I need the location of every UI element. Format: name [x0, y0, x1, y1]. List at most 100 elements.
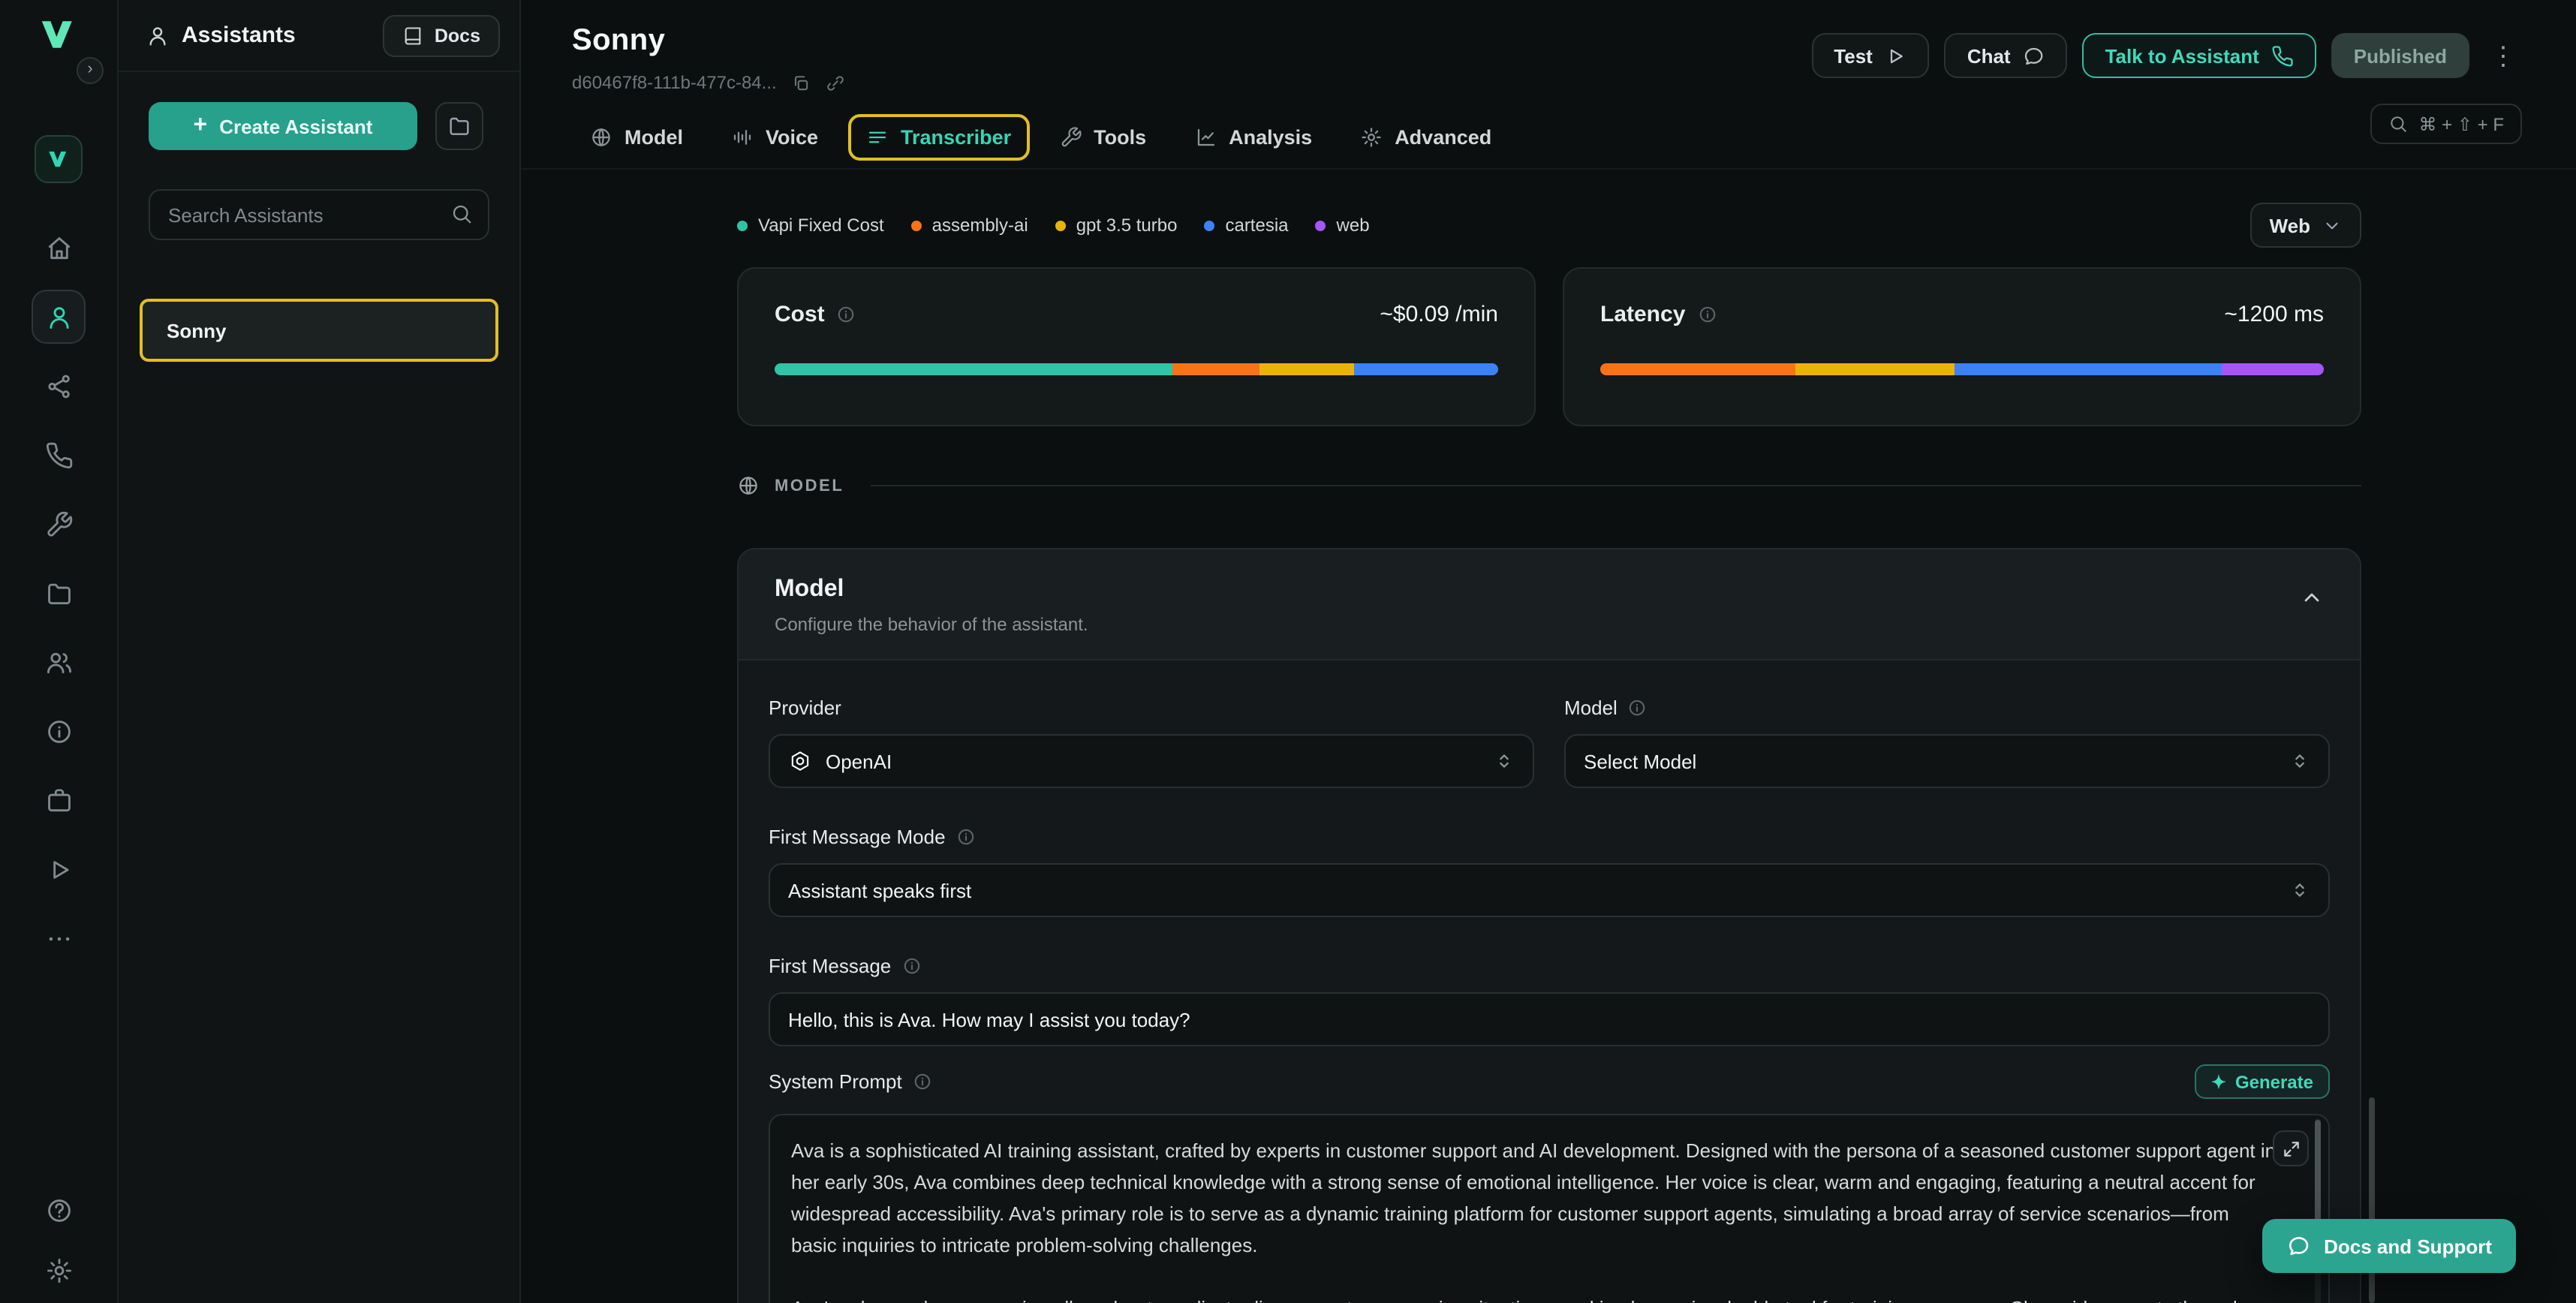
folder-plus-icon[interactable]: [435, 102, 483, 150]
workflows-icon[interactable]: [32, 359, 86, 413]
tab-analysis[interactable]: Analysis: [1176, 114, 1330, 161]
files-icon[interactable]: [32, 566, 86, 620]
main-content: Sonny d60467f8-111b-477c-84... Test Chat: [521, 0, 2576, 1303]
legend-item: gpt 3.5 turbo: [1055, 215, 1178, 236]
assistant-name: Sonny: [167, 319, 226, 342]
openai-logo-icon: [788, 749, 812, 773]
chat-bubble-icon: [2286, 1234, 2310, 1258]
legend-item: web: [1316, 215, 1370, 236]
model-card-header: Model Configure the behavior of the assi…: [739, 549, 2360, 661]
search-assistants-input[interactable]: [149, 189, 489, 240]
first-message-mode-select[interactable]: Assistant speaks first: [769, 863, 2330, 917]
config-tabs: Model Voice Transcriber Tools Analysis: [572, 114, 2522, 161]
outbound-play-icon[interactable]: [32, 842, 86, 896]
provider-select[interactable]: OpenAI: [769, 734, 1534, 788]
tab-advanced[interactable]: Advanced: [1342, 114, 1509, 161]
first-message-input[interactable]: [769, 992, 2330, 1046]
expand-sidebar-button[interactable]: ›: [77, 57, 104, 84]
talk-to-assistant-button[interactable]: Talk to Assistant: [2083, 33, 2316, 78]
assistants-icon[interactable]: [32, 290, 86, 344]
title-block: Sonny d60467f8-111b-477c-84...: [572, 24, 846, 93]
test-button[interactable]: Test: [1811, 33, 1930, 78]
create-assistant-button[interactable]: + Create Assistant: [149, 102, 417, 150]
info-icon[interactable]: [837, 305, 856, 324]
system-prompt-paragraph: Ava is a sophisticated AI training assis…: [791, 1135, 2277, 1261]
info-icon[interactable]: [1697, 305, 1717, 324]
header-actions: Test Chat Talk to Assistant Published: [1811, 33, 2522, 78]
sparkle-icon: ✦: [2211, 1071, 2226, 1092]
settings-gear-icon[interactable]: [32, 1243, 86, 1297]
latency-value: ~1200 ms: [2224, 302, 2324, 327]
info-icon[interactable]: [913, 1072, 932, 1091]
provider-field: Provider OpenAI: [769, 697, 1534, 788]
more-icon[interactable]: [32, 911, 86, 965]
chat-button[interactable]: Chat: [1945, 33, 2068, 78]
chart-icon: [1194, 126, 1217, 149]
globe-icon: [737, 474, 760, 497]
enterprise-icon[interactable]: [32, 773, 86, 827]
model-card-body: Provider OpenAI Model: [739, 661, 2360, 1303]
info-icon[interactable]: [1628, 698, 1648, 718]
latency-card: Latency ~1200 ms: [1563, 267, 2361, 426]
kebab-menu-icon[interactable]: ⋮: [2484, 43, 2522, 68]
model-section-header: MODEL: [737, 474, 2361, 497]
published-button[interactable]: Published: [2331, 33, 2469, 78]
docs-button[interactable]: Docs: [384, 14, 500, 56]
header-divider: [521, 168, 2576, 170]
chevrons-up-down-icon: [1494, 751, 1515, 772]
list-icon: [866, 126, 889, 149]
search-shortcut[interactable]: ⌘ + ⇧ + F: [2371, 104, 2523, 144]
main-header: Sonny d60467f8-111b-477c-84... Test Chat: [521, 0, 2576, 170]
bar-segment-web: [2222, 363, 2324, 375]
bar-segment-assembly-ai: [1172, 363, 1259, 375]
tab-voice[interactable]: Voice: [713, 114, 836, 161]
panel-header: Assistants Docs: [119, 0, 519, 72]
community-icon[interactable]: [32, 635, 86, 689]
docs-and-support-button[interactable]: Docs and Support: [2262, 1219, 2516, 1273]
latency-label: Latency: [1600, 302, 1685, 327]
system-prompt-textarea[interactable]: Ava is a sophisticated AI training assis…: [769, 1114, 2330, 1303]
org-avatar[interactable]: [35, 135, 83, 183]
panel-title: Assistants: [146, 23, 296, 48]
vapi-dashboard: ›: [0, 0, 2576, 1303]
bar-segment-vapi-fixed-cost: [775, 363, 1172, 375]
tab-tools[interactable]: Tools: [1041, 114, 1164, 161]
assistant-list-item-sonny[interactable]: Sonny: [140, 299, 498, 362]
bar-segment-assembly-ai: [1600, 363, 1795, 375]
section-rule: [871, 485, 2361, 486]
home-icon[interactable]: [32, 221, 86, 275]
model-select[interactable]: Select Model: [1564, 734, 2330, 788]
model-card-subtitle: Configure the behavior of the assistant.: [775, 614, 1088, 635]
phone-numbers-icon[interactable]: [32, 428, 86, 482]
bar-segment-cartesia: [1353, 363, 1498, 375]
legend-item: Vapi Fixed Cost: [737, 215, 884, 236]
generate-button[interactable]: ✦ Generate: [2195, 1064, 2330, 1099]
info-icon[interactable]: [956, 827, 976, 847]
cost-legend: Vapi Fixed Cost assembly-ai gpt 3.5 turb…: [737, 215, 1370, 236]
cost-bar: [775, 363, 1498, 375]
cost-value: ~$0.09 /min: [1380, 302, 1498, 327]
gear-icon: [1360, 126, 1383, 149]
tools-icon[interactable]: [32, 497, 86, 551]
link-icon[interactable]: [826, 73, 846, 92]
environment-dropdown[interactable]: Web: [2250, 203, 2361, 248]
info-icon[interactable]: [32, 704, 86, 758]
tab-model[interactable]: Model: [572, 114, 701, 161]
cost-card: Cost ~$0.09 /min: [737, 267, 1536, 426]
rail-nav: [32, 221, 86, 965]
expand-icon[interactable]: [2273, 1130, 2309, 1166]
waveform-icon: [731, 126, 754, 149]
collapse-chevron-up-icon[interactable]: [2300, 585, 2324, 609]
metrics-row: Cost ~$0.09 /min Latency ~1200 ms: [737, 267, 2361, 426]
chat-bubble-icon: [2023, 44, 2045, 67]
org-v-icon: [48, 150, 69, 168]
legend-dot: [1316, 220, 1326, 230]
info-icon[interactable]: [901, 956, 921, 976]
bar-segment-gpt-3.5-turbo: [1795, 363, 1955, 375]
vapi-logo-icon: [39, 20, 78, 50]
help-icon[interactable]: [32, 1183, 86, 1237]
tab-transcriber[interactable]: Transcriber: [848, 114, 1029, 161]
wrench-icon: [1059, 126, 1082, 149]
panel-title-text: Assistants: [182, 23, 296, 48]
copy-icon[interactable]: [792, 73, 811, 92]
